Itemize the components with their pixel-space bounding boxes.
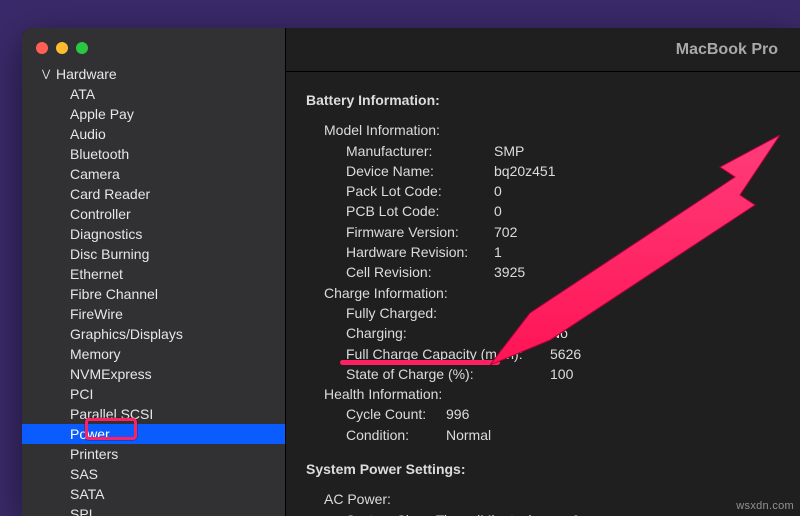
label: Firmware Version: <box>346 222 494 242</box>
section-battery-info: Battery Information: <box>306 90 780 110</box>
row-manufacturer: Manufacturer:SMP <box>306 141 780 161</box>
section-system-power-settings: System Power Settings: <box>306 459 780 479</box>
chevron-down-icon: ⋁ <box>42 69 52 80</box>
value: 0 <box>572 510 580 516</box>
label: Device Name: <box>346 161 494 181</box>
sidebar-item-sata[interactable]: SATA <box>22 484 285 504</box>
value: 702 <box>494 222 517 242</box>
row-device-name: Device Name:bq20z451 <box>306 161 780 181</box>
value: Normal <box>446 425 491 445</box>
row-fully-charged: Fully Charged:Yes <box>306 303 780 323</box>
sidebar-item-printers[interactable]: Printers <box>22 444 285 464</box>
sidebar-item-fibre-channel[interactable]: Fibre Channel <box>22 284 285 304</box>
close-icon[interactable] <box>36 42 48 54</box>
sidebar-item-apple-pay[interactable]: Apple Pay <box>22 104 285 124</box>
row-firmware-version: Firmware Version:702 <box>306 222 780 242</box>
row-cycle-count: Cycle Count:996 <box>306 404 780 424</box>
row-condition: Condition:Normal <box>306 425 780 445</box>
sidebar-item-memory[interactable]: Memory <box>22 344 285 364</box>
watermark: wsxdn.com <box>736 500 794 512</box>
titlebar: MacBook Pro <box>286 28 800 72</box>
sidebar-item-controller[interactable]: Controller <box>22 204 285 224</box>
sidebar-item-pci[interactable]: PCI <box>22 384 285 404</box>
label: Full Charge Capacity (mAh): <box>346 344 550 364</box>
label: PCB Lot Code: <box>346 201 494 221</box>
row-system-sleep-timer: System Sleep Timer (Minutes):0 <box>306 510 780 516</box>
hardware-tree: ⋁ Hardware ATAApple PayAudioBluetoothCam… <box>22 62 285 516</box>
value: Yes <box>550 303 573 323</box>
sidebar-item-diagnostics[interactable]: Diagnostics <box>22 224 285 244</box>
sidebar-item-spi[interactable]: SPI <box>22 504 285 516</box>
sidebar-item-power[interactable]: Power <box>22 424 285 444</box>
sidebar-item-parallel-scsi[interactable]: Parallel SCSI <box>22 404 285 424</box>
sidebar-item-disc-burning[interactable]: Disc Burning <box>22 244 285 264</box>
label: Hardware Revision: <box>346 242 494 262</box>
sidebar-item-audio[interactable]: Audio <box>22 124 285 144</box>
window-controls <box>22 28 285 62</box>
value: 1 <box>494 242 502 262</box>
value: 3925 <box>494 262 525 282</box>
label: Cell Revision: <box>346 262 494 282</box>
value: 996 <box>446 404 469 424</box>
label: Fully Charged: <box>346 303 550 323</box>
tree-group-hardware[interactable]: ⋁ Hardware <box>22 64 285 84</box>
row-full-charge-capacity: Full Charge Capacity (mAh):5626 <box>306 344 780 364</box>
label: State of Charge (%): <box>346 364 550 384</box>
sidebar-item-camera[interactable]: Camera <box>22 164 285 184</box>
label: Condition: <box>346 425 446 445</box>
label: Cycle Count: <box>346 404 446 424</box>
value: 0 <box>494 181 502 201</box>
value: bq20z451 <box>494 161 556 181</box>
content-pane: MacBook Pro Battery Information: Model I… <box>286 28 800 516</box>
row-charging: Charging:No <box>306 323 780 343</box>
sidebar-item-firewire[interactable]: FireWire <box>22 304 285 324</box>
sidebar-item-ethernet[interactable]: Ethernet <box>22 264 285 284</box>
row-state-of-charge: State of Charge (%):100 <box>306 364 780 384</box>
sidebar-item-sas[interactable]: SAS <box>22 464 285 484</box>
sidebar-item-graphics-displays[interactable]: Graphics/Displays <box>22 324 285 344</box>
label: Charging: <box>346 323 550 343</box>
ac-power: AC Power: <box>306 489 780 509</box>
sidebar-item-ata[interactable]: ATA <box>22 84 285 104</box>
window-title: MacBook Pro <box>676 41 778 59</box>
report-body: Battery Information: Model Information: … <box>286 72 800 516</box>
sidebar-item-bluetooth[interactable]: Bluetooth <box>22 144 285 164</box>
model-information: Model Information: <box>306 120 780 140</box>
value: 100 <box>550 364 573 384</box>
value: SMP <box>494 141 524 161</box>
value: No <box>550 323 568 343</box>
row-hardware-revision: Hardware Revision:1 <box>306 242 780 262</box>
value: 0 <box>494 201 502 221</box>
sidebar-item-nvmexpress[interactable]: NVMExpress <box>22 364 285 384</box>
system-info-window: ⋁ Hardware ATAApple PayAudioBluetoothCam… <box>22 28 800 516</box>
value: 5626 <box>550 344 581 364</box>
label: System Sleep Timer (Minutes): <box>346 510 572 516</box>
label: Manufacturer: <box>346 141 494 161</box>
sidebar: ⋁ Hardware ATAApple PayAudioBluetoothCam… <box>22 28 286 516</box>
row-cell-revision: Cell Revision:3925 <box>306 262 780 282</box>
row-pcb-lot: PCB Lot Code:0 <box>306 201 780 221</box>
health-information: Health Information: <box>306 384 780 404</box>
tree-group-label: Hardware <box>56 66 117 82</box>
sidebar-item-card-reader[interactable]: Card Reader <box>22 184 285 204</box>
minimize-icon[interactable] <box>56 42 68 54</box>
maximize-icon[interactable] <box>76 42 88 54</box>
row-pack-lot: Pack Lot Code:0 <box>306 181 780 201</box>
charge-information: Charge Information: <box>306 283 780 303</box>
label: Pack Lot Code: <box>346 181 494 201</box>
